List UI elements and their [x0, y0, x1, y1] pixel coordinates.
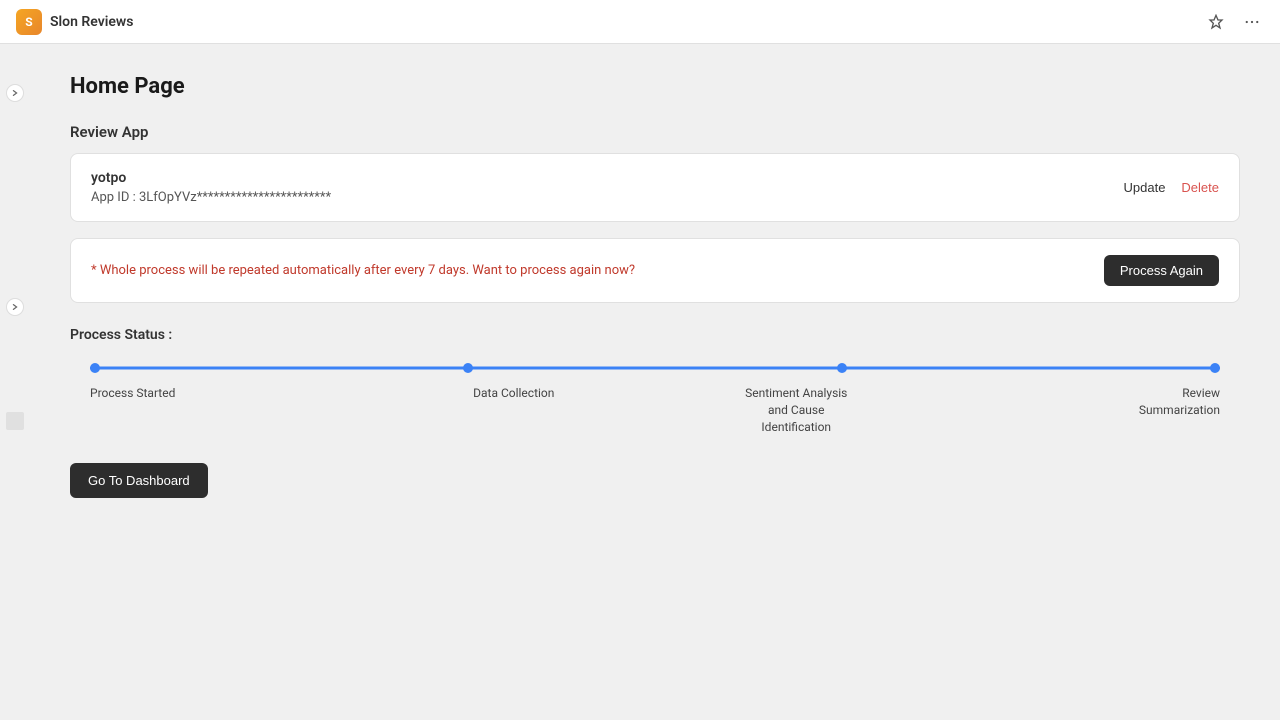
progress-dot-4 [1210, 363, 1220, 373]
sidebar [0, 44, 30, 720]
review-app-info: yotpo App ID : 3LfOpYVz*****************… [91, 170, 331, 205]
topbar: S Slon Reviews [0, 0, 1280, 44]
progress-track-container: Process Started Data Collection Sentimen… [70, 363, 1240, 435]
app-logo: S [16, 9, 42, 35]
process-again-banner: * Whole process will be repeated automat… [70, 238, 1240, 303]
process-banner-text: * Whole process will be repeated automat… [91, 263, 635, 278]
progress-dot-1 [90, 363, 100, 373]
sidebar-widget [6, 412, 24, 430]
app-name: Slon Reviews [50, 14, 133, 30]
sidebar-expand-arrow-2[interactable] [6, 298, 24, 316]
main-layout: Home Page Review App yotpo App ID : 3LfO… [0, 44, 1280, 720]
update-button[interactable]: Update [1124, 180, 1166, 195]
process-again-button[interactable]: Process Again [1104, 255, 1219, 286]
review-app-id: App ID : 3LfOpYVz***********************… [91, 190, 331, 205]
topbar-right [1204, 10, 1264, 34]
pin-icon[interactable] [1204, 10, 1228, 34]
topbar-left: S Slon Reviews [16, 9, 133, 35]
review-app-name: yotpo [91, 170, 331, 186]
more-options-icon[interactable] [1240, 10, 1264, 34]
delete-button[interactable]: Delete [1181, 180, 1219, 195]
progress-labels: Process Started Data Collection Sentimen… [90, 385, 1220, 435]
review-app-section-title: Review App [70, 123, 1240, 141]
progress-dot-3 [837, 363, 847, 373]
progress-label-3: Sentiment Analysisand CauseIdentificatio… [655, 385, 938, 435]
review-app-card: yotpo App ID : 3LfOpYVz*****************… [70, 153, 1240, 222]
process-status-title: Process Status : [70, 327, 1240, 343]
review-app-actions: Update Delete [1124, 180, 1220, 195]
sidebar-expand-arrow[interactable] [6, 84, 24, 102]
progress-label-1: Process Started [90, 385, 373, 435]
progress-dot-2 [463, 363, 473, 373]
content-area: Home Page Review App yotpo App ID : 3LfO… [30, 44, 1280, 720]
progress-label-4: ReviewSummarization [938, 385, 1221, 435]
progress-dots [90, 363, 1220, 373]
page-title: Home Page [70, 74, 1240, 99]
go-to-dashboard-button[interactable]: Go To Dashboard [70, 463, 208, 498]
progress-track [90, 363, 1220, 373]
process-status-section: Process Status : Process Started Data Co… [70, 327, 1240, 435]
progress-label-2: Data Collection [373, 385, 656, 435]
